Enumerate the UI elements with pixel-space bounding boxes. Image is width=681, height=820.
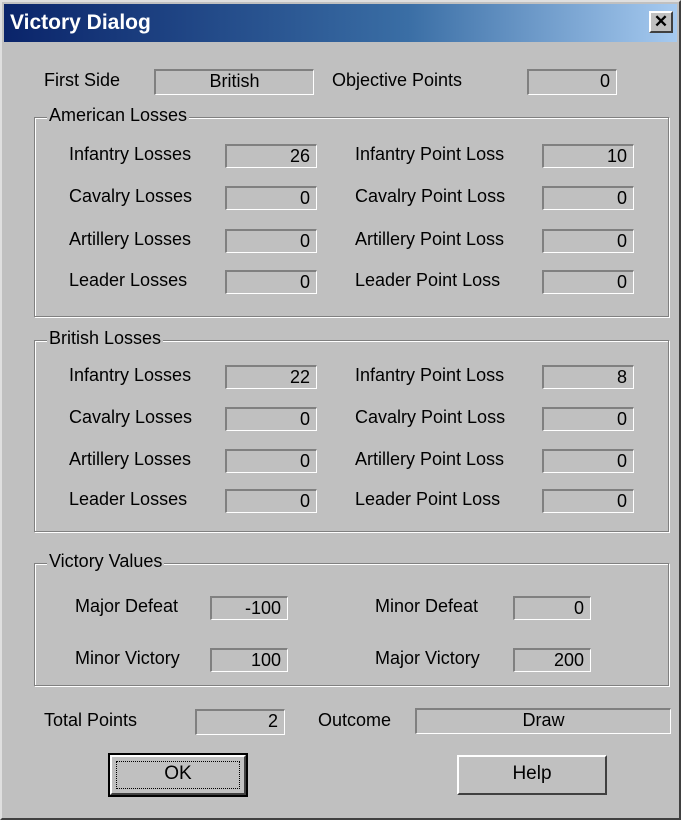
british-cavalry-losses-label: Cavalry Losses <box>69 407 193 427</box>
british-infantry-point-loss-label: Infantry Point Loss <box>355 365 505 385</box>
outcome-field: Draw <box>415 708 671 734</box>
help-button[interactable]: Help <box>457 755 607 795</box>
major-victory-field: 200 <box>513 648 591 672</box>
british-artillery-losses-field: 0 <box>225 449 317 473</box>
first-side-field: British <box>154 69 314 95</box>
american-cavalry-point-loss-field: 0 <box>542 186 634 210</box>
british-infantry-point-loss-field: 8 <box>542 365 634 389</box>
british-cavalry-point-loss-field: 0 <box>542 407 634 431</box>
british-cavalry-point-loss-label: Cavalry Point Loss <box>355 407 506 427</box>
first-side-label: First Side <box>44 70 121 90</box>
british-leader-losses-label: Leader Losses <box>69 489 188 509</box>
american-artillery-point-loss-label: Artillery Point Loss <box>355 229 505 249</box>
american-leader-losses-field: 0 <box>225 270 317 294</box>
american-artillery-losses-field: 0 <box>225 229 317 253</box>
title-bar[interactable]: Victory Dialog ✕ <box>4 4 677 42</box>
british-leader-losses-field: 0 <box>225 489 317 513</box>
total-points-label: Total Points <box>44 710 138 730</box>
ok-button[interactable]: OK <box>108 753 248 797</box>
british-losses-group: British Losses Infantry Losses 22 Infant… <box>34 328 669 532</box>
american-losses-title: American Losses <box>47 105 190 126</box>
american-artillery-point-loss-field: 0 <box>542 229 634 253</box>
american-artillery-losses-label: Artillery Losses <box>69 229 192 249</box>
british-infantry-losses-field: 22 <box>225 365 317 389</box>
american-infantry-losses-field: 26 <box>225 144 317 168</box>
british-artillery-point-loss-label: Artillery Point Loss <box>355 449 505 469</box>
major-defeat-label: Major Defeat <box>75 596 179 616</box>
minor-victory-label: Minor Victory <box>75 648 180 668</box>
victory-values-title: Victory Values <box>47 551 165 572</box>
major-defeat-field: -100 <box>210 596 288 620</box>
victory-dialog-window: Victory Dialog ✕ First Side British Obje… <box>0 0 681 820</box>
british-cavalry-losses-field: 0 <box>225 407 317 431</box>
american-infantry-losses-label: Infantry Losses <box>69 144 192 164</box>
american-cavalry-losses-field: 0 <box>225 186 317 210</box>
american-leader-point-loss-field: 0 <box>542 270 634 294</box>
window-title: Victory Dialog <box>10 11 151 34</box>
victory-values-group: Victory Values Major Defeat -100 Minor D… <box>34 551 669 686</box>
british-leader-point-loss-field: 0 <box>542 489 634 513</box>
british-leader-point-loss-label: Leader Point Loss <box>355 489 501 509</box>
ok-focus-rect <box>116 761 240 789</box>
american-cavalry-losses-label: Cavalry Losses <box>69 186 193 206</box>
british-artillery-point-loss-field: 0 <box>542 449 634 473</box>
close-icon[interactable]: ✕ <box>649 11 673 33</box>
outcome-label: Outcome <box>318 710 392 730</box>
minor-defeat-label: Minor Defeat <box>375 596 479 616</box>
american-cavalry-point-loss-label: Cavalry Point Loss <box>355 186 506 206</box>
american-infantry-point-loss-field: 10 <box>542 144 634 168</box>
minor-defeat-field: 0 <box>513 596 591 620</box>
minor-victory-field: 100 <box>210 648 288 672</box>
american-losses-group: American Losses Infantry Losses 26 Infan… <box>34 105 669 317</box>
objective-points-field: 0 <box>527 69 617 95</box>
british-infantry-losses-label: Infantry Losses <box>69 365 192 385</box>
british-losses-title: British Losses <box>47 328 164 349</box>
american-leader-losses-label: Leader Losses <box>69 270 188 290</box>
american-leader-point-loss-label: Leader Point Loss <box>355 270 501 290</box>
american-infantry-point-loss-label: Infantry Point Loss <box>355 144 505 164</box>
total-points-field: 2 <box>195 709 285 735</box>
british-artillery-losses-label: Artillery Losses <box>69 449 192 469</box>
major-victory-label: Major Victory <box>375 648 480 668</box>
objective-points-label: Objective Points <box>332 70 463 90</box>
